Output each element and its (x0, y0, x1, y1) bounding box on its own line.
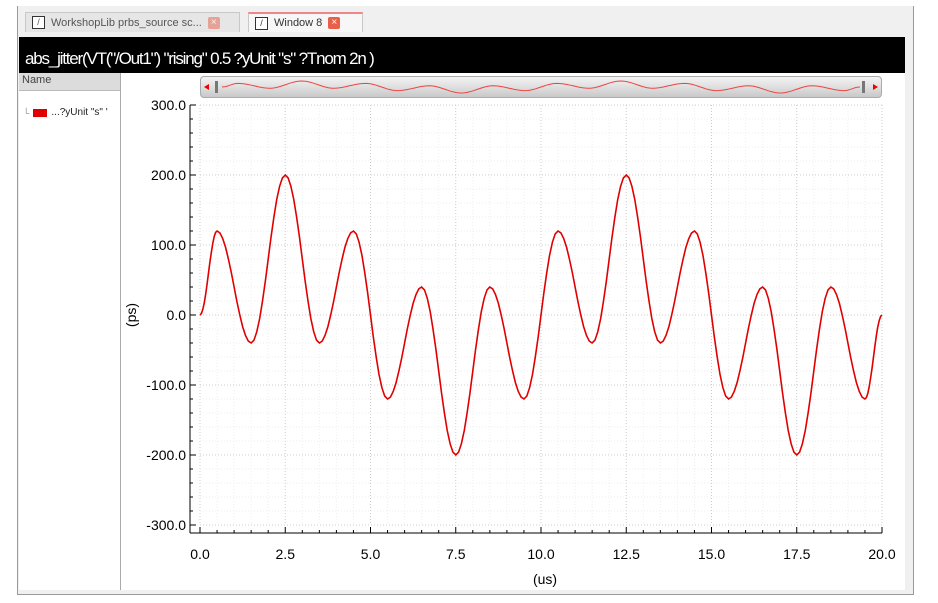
x-tick-label: 7.5 (446, 546, 466, 562)
y-tick-label: -200.0 (146, 447, 186, 463)
x-tick-label: 17.5 (783, 546, 810, 562)
x-tick-label: 2.5 (276, 546, 296, 562)
y-tick-label: -100.0 (146, 377, 186, 393)
y-tick-label: 0.0 (167, 307, 187, 323)
x-tick-label: 5.0 (361, 546, 381, 562)
y-tick-label: 100.0 (151, 237, 186, 253)
x-tick-label: 10.0 (527, 546, 554, 562)
x-tick-label: 20.0 (868, 546, 895, 562)
y-tick-label: 200.0 (151, 167, 186, 183)
x-axis-label: (us) (533, 571, 557, 587)
x-tick-label: 15.0 (698, 546, 725, 562)
x-tick-label: 12.5 (613, 546, 640, 562)
waveform-chart: 0.0 2.5 5.0 7.5 10.0 12.5 15.0 17.5 20.0 300.0 200… (123, 97, 896, 587)
y-tick-label: 300.0 (151, 97, 186, 113)
y-axis-label: (ps) (123, 303, 139, 327)
y-tick-label: -300.0 (146, 517, 186, 533)
x-tick-label: 0.0 (190, 546, 210, 562)
